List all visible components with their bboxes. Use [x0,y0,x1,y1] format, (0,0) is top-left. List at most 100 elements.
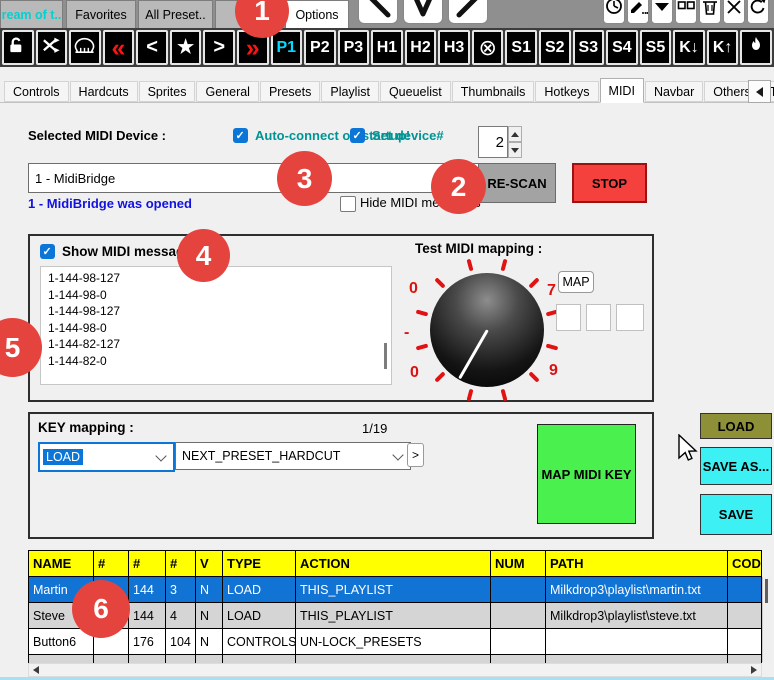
col-header[interactable]: NAME [29,551,94,577]
cancel-button[interactable]: ⊗ [472,30,504,65]
tab-options[interactable]: Options [285,0,349,28]
tab-sprites[interactable]: Sprites [139,81,196,102]
p2-button[interactable]: P2 [304,30,336,65]
tab-midi[interactable]: MIDI [600,78,644,103]
tab-hardcuts[interactable]: Hardcuts [70,81,138,102]
tab-hotkeys[interactable]: Hotkeys [535,81,598,102]
col-header[interactable]: # [94,551,129,577]
back-arrow-button[interactable] [358,0,398,24]
h2-button[interactable]: H2 [405,30,437,65]
s1-button[interactable]: S1 [505,30,537,65]
right-chevron-icon: > [213,36,225,59]
next-mapping-button[interactable]: > [407,443,424,467]
col-header[interactable]: V [196,551,223,577]
table-vertical-scrollbar[interactable] [762,577,772,662]
tab-all-presets[interactable]: All Preset.. [138,0,213,28]
p1-button[interactable]: P1 [271,30,303,65]
tab-controls[interactable]: Controls [4,81,69,102]
device-number-field[interactable]: 2 [478,126,508,158]
h3-button[interactable]: H3 [438,30,470,65]
col-header[interactable]: # [166,551,196,577]
tab-label: Hotkeys [544,85,589,99]
midi-value-box-3[interactable] [616,304,644,331]
table-row-martin[interactable]: Martin 3 144 3 N LOAD THIS_PLAYLIST Milk… [29,577,762,603]
forward-arrow-button[interactable] [448,0,488,24]
map-button[interactable]: MAP [558,271,594,293]
midi-value-box-1[interactable] [556,304,581,331]
dropdown-button[interactable] [651,0,673,24]
p3-button[interactable]: P3 [338,30,370,65]
scrollbar-thumb[interactable] [765,579,768,603]
stop-button[interactable]: STOP [572,163,647,203]
key-up-button[interactable]: K↑ [707,30,739,65]
key-combo[interactable]: LOAD [38,442,175,472]
tab-navbar[interactable]: Navbar [645,81,703,102]
settings-tab-strip: Controls Hardcuts Sprites General Preset… [0,78,774,103]
col-header[interactable]: # [129,551,166,577]
tab-general[interactable]: General [196,81,258,102]
clock-button[interactable] [603,0,625,24]
col-header[interactable]: COD [728,551,762,577]
s3-button[interactable]: S3 [573,30,605,65]
map-midi-key-button[interactable]: MAP MIDI KEY [537,424,636,524]
col-header[interactable]: NUM [491,551,546,577]
h1-button[interactable]: H1 [371,30,403,65]
options-window: ream of t.. Favorites All Preset.. Spr O… [0,0,774,680]
tiles-button[interactable] [675,0,697,24]
set-device-checkbox[interactable] [350,128,365,143]
cell: 3 [166,577,196,603]
col-header[interactable]: TYPE [223,551,296,577]
col-header[interactable]: PATH [546,551,728,577]
hide-messages-checkbox[interactable] [340,196,356,212]
tab-playlist[interactable]: Playlist [321,81,379,102]
show-messages-checkbox[interactable] [40,244,55,259]
table-row-button7[interactable]: Button7 3 176 105 N CONTROLS RANDOM_ORDE… [29,655,762,664]
tab-scroll-left-button[interactable] [748,80,771,103]
midi-message: 1-144-82-0 [48,353,391,370]
tab-presets[interactable]: Presets [260,81,320,102]
scroll-right-icon[interactable] [751,666,757,674]
flame-button[interactable] [740,30,772,65]
col-header[interactable]: ACTION [296,551,491,577]
spinner-down-button[interactable] [508,142,522,158]
refresh-button[interactable] [747,0,769,24]
key-down-button[interactable]: K↓ [673,30,705,65]
edit-button[interactable] [627,0,649,24]
tab-cream-of-t[interactable]: ream of t.. [0,0,63,28]
list-scrollbar-thumb[interactable] [384,343,387,369]
first-preset-button[interactable]: « [103,30,135,65]
tab-label: MIDI [609,84,635,98]
unlock-button[interactable] [2,30,34,65]
table-row-button6[interactable]: Button6 176 104 N CONTROLS UN-LOCK_PRESE… [29,629,762,655]
s4-button[interactable]: S4 [606,30,638,65]
midi-device-combo[interactable]: 1 - MidiBridge [28,163,498,193]
load-button[interactable]: LOAD [700,413,772,439]
save-as-button[interactable]: SAVE AS... [700,447,772,485]
scroll-left-icon[interactable] [33,666,39,674]
table-row-steve[interactable]: Steve 144 4 N LOAD THIS_PLAYLIST Milkdro… [29,603,762,629]
midi-value-box-2[interactable] [586,304,611,331]
test-midi-label: Test MIDI mapping : [415,241,542,256]
table-horizontal-scrollbar[interactable] [28,663,762,677]
spinner-up-button[interactable] [508,126,522,142]
jelly-button[interactable] [69,30,101,65]
rescan-button[interactable]: RE-SCAN [478,163,556,203]
knob-label-mid-left: - [404,324,409,342]
save-button[interactable]: SAVE [700,494,772,535]
shuffle-button[interactable] [36,30,68,65]
tab-queuelist[interactable]: Queuelist [380,81,451,102]
tab-thumbnails[interactable]: Thumbnails [452,81,535,102]
down-arrow-button[interactable] [403,0,443,24]
tab-favorites[interactable]: Favorites [66,0,136,28]
s5-button[interactable]: S5 [640,30,672,65]
midi-message-list[interactable]: 1-144-98-127 1-144-98-0 1-144-98-127 1-1… [40,266,392,385]
favorite-button[interactable]: ★ [170,30,202,65]
next-preset-button[interactable]: > [203,30,235,65]
prev-preset-button[interactable]: < [136,30,168,65]
delete-button[interactable] [699,0,721,24]
auto-connect-checkbox[interactable] [233,128,248,143]
cut-button[interactable] [723,0,745,24]
action-combo[interactable]: NEXT_PRESET_HARDCUT [175,442,411,470]
s2-button[interactable]: S2 [539,30,571,65]
p1-label: P1 [276,39,296,57]
